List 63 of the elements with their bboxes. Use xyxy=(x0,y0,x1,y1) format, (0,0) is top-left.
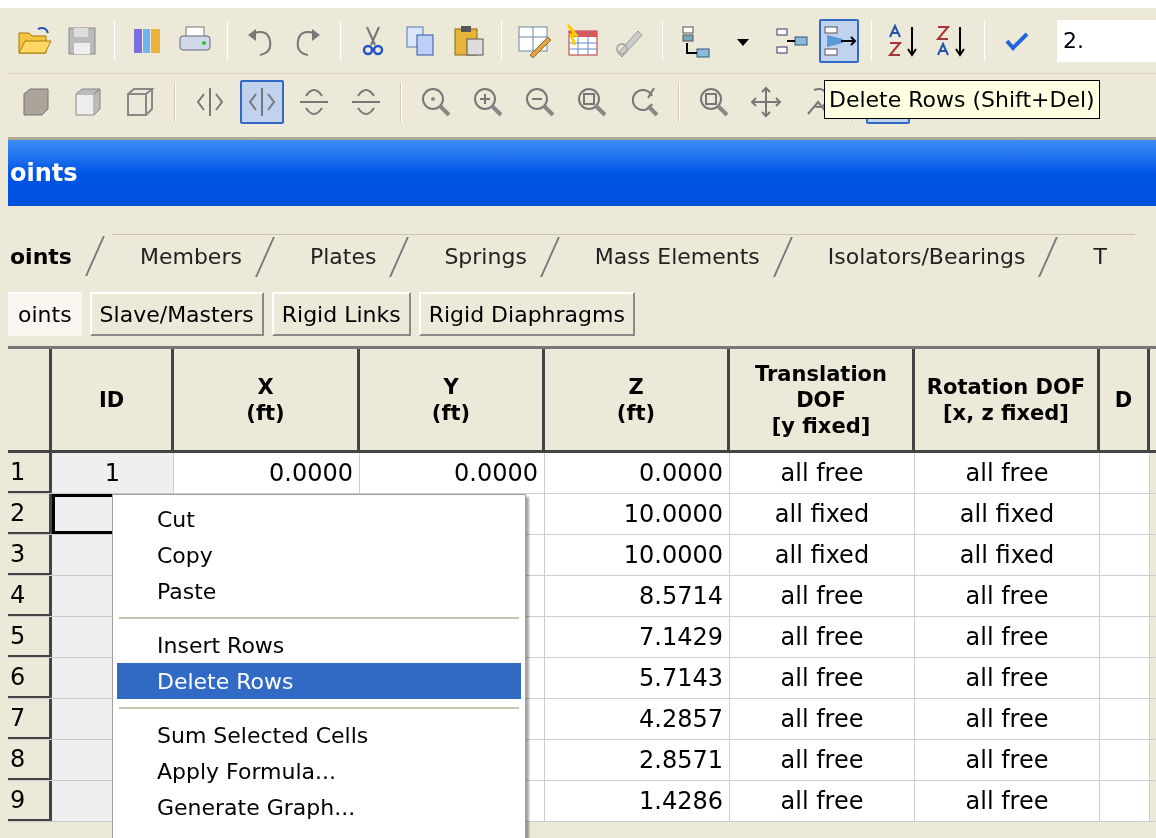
sub-tab[interactable]: Slave/Masters xyxy=(89,292,264,336)
table-cell: all fixed xyxy=(730,535,915,575)
menu-item[interactable]: Copy xyxy=(117,537,521,573)
menu-item[interactable]: Apply Formula... xyxy=(117,753,521,789)
table-cell: 8.5714 xyxy=(545,576,730,616)
table-cell: 10.0000 xyxy=(545,494,730,534)
table-cell: all free xyxy=(915,617,1100,657)
tooltip: Delete Rows (Shift+Del) xyxy=(824,80,1100,119)
row-number: 6 xyxy=(8,658,52,698)
table-cell: all free xyxy=(730,658,915,698)
table-cell: all free xyxy=(730,453,915,493)
table-cell: all fixed xyxy=(730,494,915,534)
table-cell: 0.0000 xyxy=(174,453,360,493)
table-cell: all fixed xyxy=(915,494,1100,534)
table-cell: all free xyxy=(915,658,1100,698)
table-cell: all free xyxy=(730,781,915,821)
tab[interactable]: Members xyxy=(111,234,282,278)
table-cell: all free xyxy=(730,699,915,739)
row-number: 3 xyxy=(8,535,52,575)
table-cell: 7.1429 xyxy=(545,617,730,657)
tab[interactable]: oints xyxy=(8,234,112,278)
table-cell: all free xyxy=(915,576,1100,616)
tab[interactable]: Plates xyxy=(281,234,417,278)
rotate-about-axis-icon[interactable] xyxy=(240,80,284,124)
row-number: 9 xyxy=(8,781,52,821)
row-number: 1 xyxy=(8,453,52,493)
menu-item[interactable]: Cut xyxy=(117,501,521,537)
table-cell: 10.0000 xyxy=(545,535,730,575)
menu-item[interactable]: Generate Graph... xyxy=(117,789,521,825)
sub-tab[interactable]: Rigid Diaphragms xyxy=(418,292,635,336)
tab[interactable]: Mass Elements xyxy=(566,234,800,278)
menu-item[interactable]: Paste xyxy=(117,573,521,609)
sub-tab[interactable]: oints xyxy=(8,292,82,336)
table-cell: 2.8571 xyxy=(545,740,730,780)
table-cell: all fixed xyxy=(915,535,1100,575)
table-cell: all free xyxy=(730,617,915,657)
menu-item[interactable]: Insert Rows xyxy=(117,627,521,663)
tab[interactable]: Isolators/Bearings xyxy=(799,234,1066,278)
table-cell: 4.2857 xyxy=(545,699,730,739)
table-cell: 5.7143 xyxy=(545,658,730,698)
tab[interactable]: Springs xyxy=(416,234,567,278)
row-number: 7 xyxy=(8,699,52,739)
table-cell: all free xyxy=(915,740,1100,780)
tab[interactable]: T xyxy=(1065,234,1135,278)
row-number: 8 xyxy=(8,740,52,780)
table-cell: all free xyxy=(730,740,915,780)
row-number: 2 xyxy=(8,494,52,534)
menu-item[interactable]: Delete Rows xyxy=(117,663,521,699)
window-title: oints xyxy=(8,140,1156,206)
row-number: 5 xyxy=(8,617,52,657)
table-cell: all free xyxy=(915,781,1100,821)
table-cell: 0.0000 xyxy=(545,453,730,493)
table-cell: all free xyxy=(915,453,1100,493)
table-cell: 1 xyxy=(52,453,174,493)
table-cell: all free xyxy=(915,699,1100,739)
table-cell: 0.0000 xyxy=(360,453,545,493)
menu-item[interactable]: Sum Selected Cells xyxy=(117,717,521,753)
row-number: 4 xyxy=(8,576,52,616)
formula-field[interactable]: 2. xyxy=(1057,19,1156,62)
table-cell: 1.4286 xyxy=(545,781,730,821)
delete-rows-icon[interactable] xyxy=(819,18,859,63)
table-cell: all free xyxy=(730,576,915,616)
sub-tab[interactable]: Rigid Links xyxy=(271,292,411,336)
